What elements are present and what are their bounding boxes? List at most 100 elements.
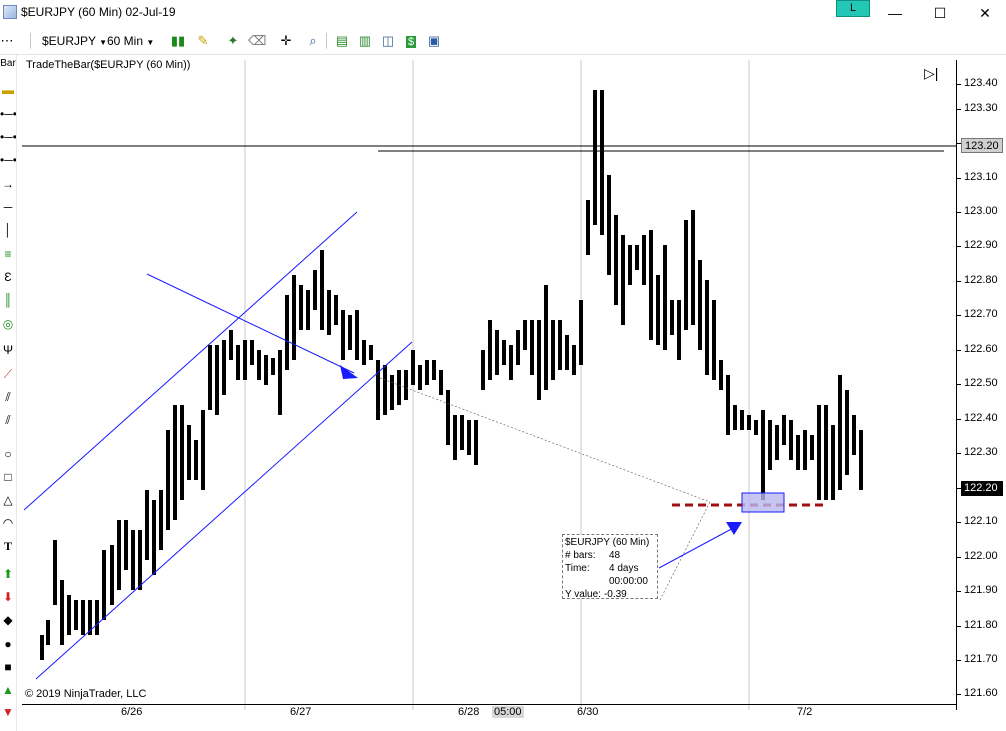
fib-circle-icon[interactable]: ◎ — [0, 315, 16, 333]
fib-extension-icon[interactable]: Ɛ — [0, 268, 16, 286]
money-icon[interactable]: $ — [403, 33, 419, 49]
horizontal-line-price-label: 123.20 — [961, 138, 1003, 153]
tooltip-bars-label: # bars: — [565, 550, 596, 561]
toolbar-separator — [326, 33, 327, 49]
price-tick-label: 121.60 — [964, 687, 998, 699]
price-tick-label: 122.80 — [964, 274, 998, 286]
price-tick-mark — [956, 591, 961, 592]
arrow-down-icon[interactable]: ⬇ — [0, 588, 16, 606]
copyright-text: © 2019 NinjaTrader, LLC — [25, 688, 147, 700]
price-tick-label: 123.00 — [964, 205, 998, 217]
square-icon[interactable]: ■ — [0, 658, 16, 676]
ruler-icon[interactable]: ▬ — [0, 81, 16, 99]
price-tick-mark — [956, 419, 961, 420]
zoom-icon[interactable]: ⌕ — [305, 33, 321, 49]
date-tick-label: 05:00 — [492, 706, 524, 718]
arrow-up-icon[interactable]: ⬆ — [0, 565, 16, 583]
tooltip-y-label: Y value: — [565, 589, 601, 600]
price-tick-mark — [956, 109, 961, 110]
price-bars — [40, 90, 863, 660]
trend-channel-icon[interactable]: ⫽ — [0, 411, 16, 429]
date-tick-label: 6/27 — [290, 706, 312, 718]
price-chart[interactable] — [22, 60, 956, 710]
properties-icon[interactable]: ▣ — [426, 33, 442, 49]
last-price-label: 122.20 — [961, 481, 1003, 496]
fibonacci-icon[interactable]: ≡ — [0, 245, 16, 263]
arrow-up-line — [658, 525, 738, 569]
price-tick-label: 122.40 — [964, 412, 998, 424]
tooltip-title: $EURJPY (60 Min) — [565, 537, 650, 548]
price-tick-mark — [956, 384, 961, 385]
price-tick-label: 123.40 — [964, 77, 998, 89]
text-icon[interactable]: T — [0, 537, 16, 555]
tooltip-time-label: Time: — [565, 563, 590, 574]
price-tick-label: 123.30 — [964, 102, 998, 114]
instrument-selector[interactable]: $EURJPY ▼ — [42, 32, 107, 50]
minimize-button[interactable]: — — [872, 0, 918, 26]
window-title: $EURJPY (60 Min) 02-Jul-19 — [21, 5, 176, 19]
regression-channel-icon[interactable]: ⫽ — [0, 388, 16, 406]
diamond-icon[interactable]: ◆ — [0, 611, 16, 629]
title-bar: $EURJPY (60 Min) 02-Jul-19 L — ☐ ✕ — [0, 0, 1006, 26]
ruler-line — [659, 501, 711, 601]
price-tick-mark — [956, 350, 961, 351]
price-tick-label: 121.80 — [964, 619, 998, 631]
rectangle-icon[interactable]: □ — [0, 468, 16, 486]
interval-selector[interactable]: 60 Min ▼ — [107, 32, 154, 50]
date-tick-label: 7/2 — [797, 706, 813, 718]
price-tick-mark — [956, 212, 961, 213]
ruler-tooltip: $EURJPY (60 Min) # bars: 48 Time: 4 days 0… — [562, 534, 658, 600]
price-tick-mark — [956, 178, 961, 179]
line-icon[interactable]: •─• — [0, 105, 16, 123]
ruler-line — [379, 377, 711, 503]
ellipse-icon[interactable]: ○ — [0, 445, 16, 463]
price-tick-label: 122.90 — [964, 239, 998, 251]
link-button[interactable]: L — [836, 0, 870, 17]
dot-icon[interactable]: ● — [0, 635, 16, 653]
play-icon[interactable]: ▷| — [924, 64, 946, 82]
date-axis[interactable]: 6/26 6/27 6/28 05:00 6/30 7/2 — [22, 704, 956, 731]
date-tick-label: 6/30 — [577, 706, 599, 718]
tooltip-bars-value: 48 — [609, 550, 621, 561]
price-tick-label: 122.30 — [964, 446, 998, 458]
price-tick-label: 122.00 — [964, 550, 998, 562]
vertical-line-icon[interactable]: │ — [0, 221, 16, 239]
price-tick-label: 122.50 — [964, 377, 998, 389]
extended-line-icon[interactable]: •─• — [0, 151, 16, 169]
triangle-up-icon[interactable]: ▲ — [0, 681, 16, 699]
indicators-icon[interactable]: ▥ — [357, 33, 373, 49]
price-tick-label: 122.70 — [964, 308, 998, 320]
bar-style-icon[interactable]: ▮▮ — [168, 33, 188, 49]
arc-icon[interactable]: ◠ — [0, 514, 16, 532]
triangle-down-icon[interactable]: ▼ — [0, 703, 16, 721]
tooltip-y-value: -0.39 — [603, 589, 627, 600]
eraser-icon[interactable]: ⌫ — [248, 33, 266, 49]
gann-fan-icon[interactable]: ⟋ — [0, 365, 16, 383]
price-tick-mark — [956, 315, 961, 316]
chart-trader-icon[interactable]: ◫ — [380, 33, 396, 49]
date-tick-label: 6/28 — [458, 706, 480, 718]
horizontal-line-icon[interactable]: ─ — [0, 198, 16, 216]
magic-wand-icon[interactable]: ✦ — [225, 33, 241, 49]
ray-icon[interactable]: •─• — [0, 128, 16, 146]
bar-label: Bar — [0, 58, 16, 69]
crosshair-icon[interactable]: ✛ — [278, 33, 294, 49]
price-axis[interactable]: 123.40 123.30 123.10 123.00 122.90 122.80 122.… — [956, 60, 1006, 710]
triangle-icon[interactable]: △ — [0, 491, 16, 509]
price-tick-mark — [956, 694, 961, 695]
instrument-label: $EURJPY — [42, 34, 96, 48]
indicator-label: TradeTheBar($EURJPY (60 Min)) — [26, 59, 191, 71]
maximize-button[interactable]: ☐ — [917, 0, 963, 26]
price-tick-mark — [956, 660, 961, 661]
price-tick-label: 123.10 — [964, 171, 998, 183]
tooltip-time-value: 4 days — [609, 563, 639, 574]
arrow-line-icon[interactable]: → — [0, 175, 16, 193]
close-button[interactable]: ✕ — [962, 0, 1006, 26]
strategies-icon[interactable]: ▤ — [334, 33, 350, 49]
price-tick-mark — [956, 281, 961, 282]
pencil-icon[interactable]: ✎ — [195, 33, 211, 49]
chart-toolbar: ⋯ $EURJPY ▼ 60 Min ▼ ▮▮ ✎ ✦ ⌫ ✛ ⌕ ▤ ▥ ◫ … — [0, 28, 1006, 55]
date-tick-label: 6/26 — [121, 706, 143, 718]
andrews-pitchfork-icon[interactable]: Ψ — [0, 341, 16, 359]
fib-time-icon[interactable]: ║ — [0, 291, 16, 309]
